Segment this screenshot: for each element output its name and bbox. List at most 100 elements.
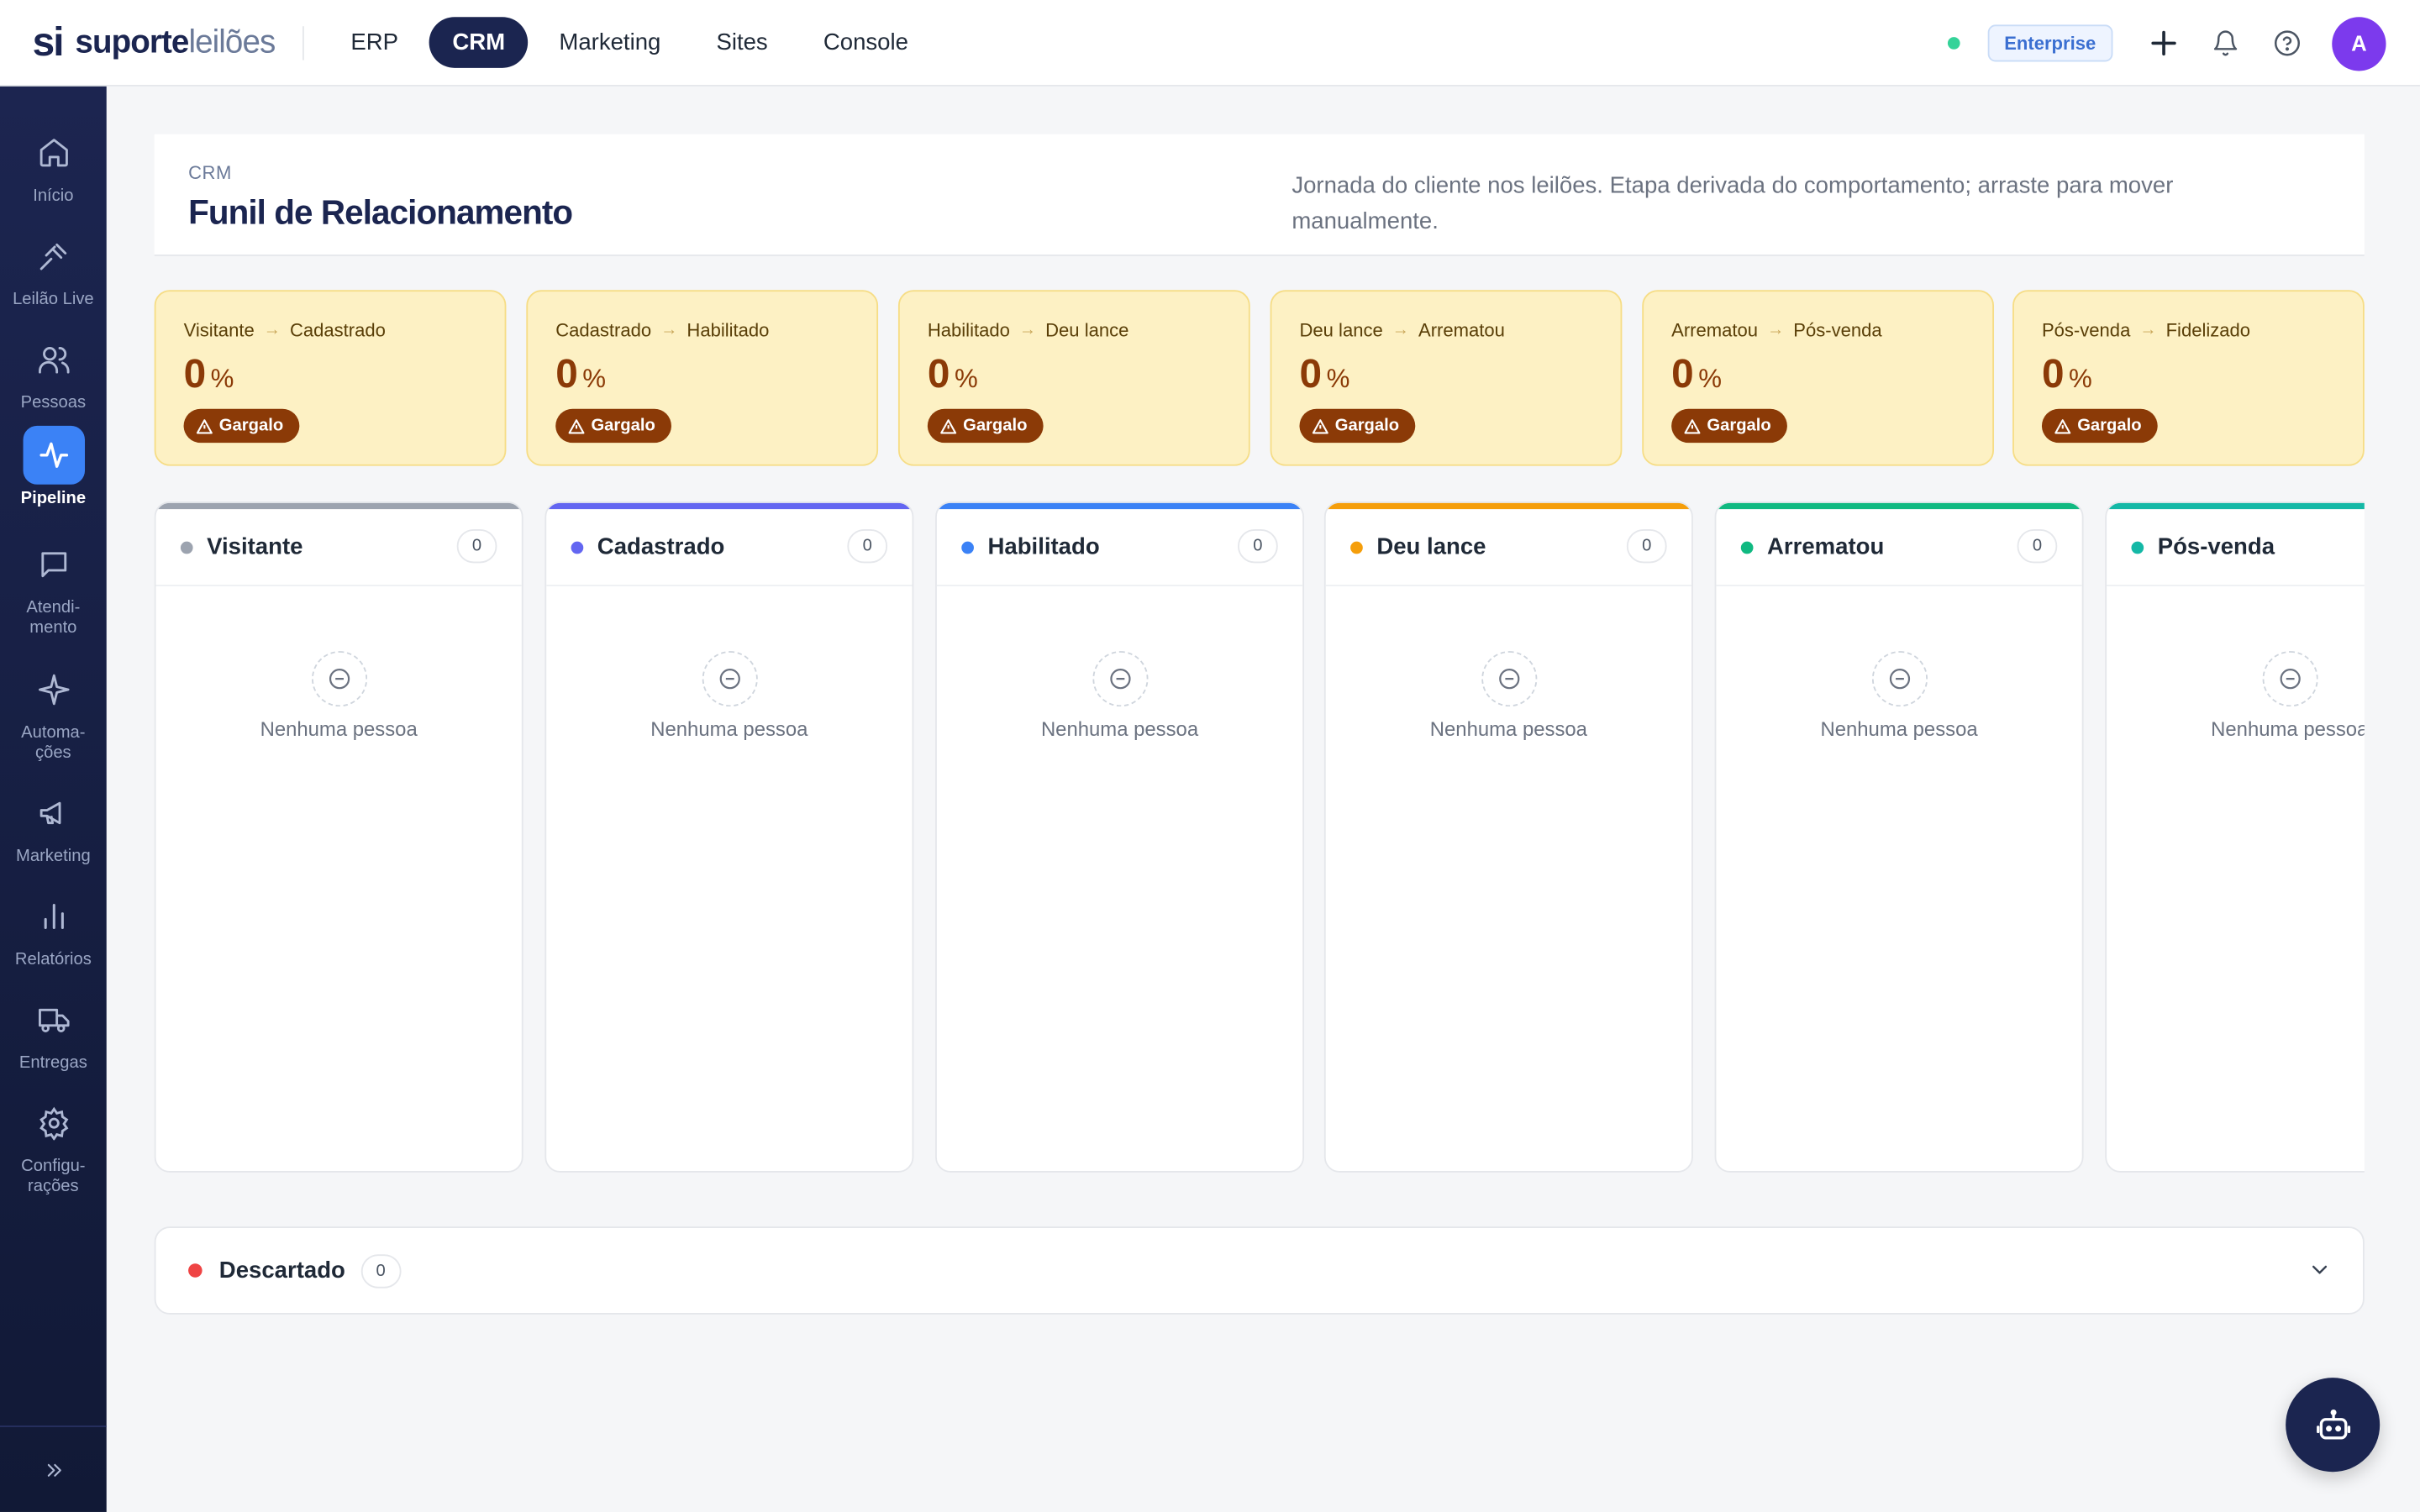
sidebar-item-label: Pipeline	[20, 489, 87, 508]
conversion-card[interactable]: Cadastrado → Habilitado 0% Gargalo	[526, 290, 879, 466]
topnav-erp[interactable]: ERP	[326, 17, 423, 68]
stage-color-bar	[546, 502, 913, 510]
sidebar-item-label: Atendi- mento	[26, 598, 81, 638]
brand-logo[interactable]: si suporteleilões	[33, 0, 276, 86]
stage-color-bar	[1716, 502, 2082, 510]
conversion-title: Visitante → Cadastrado	[183, 319, 386, 341]
sidebar-item-entregas[interactable]: Entregas	[0, 990, 107, 1074]
topnav-sites[interactable]: Sites	[692, 17, 792, 68]
empty-state-text: Nenhuma pessoa	[1040, 717, 1199, 741]
stage-column-arrematou[interactable]: Arrematou 0 Nenhuma pessoa	[1714, 501, 2084, 1173]
stage-column-pos-venda[interactable]: Pós-venda 0 Nenhuma pessoa	[2105, 501, 2365, 1173]
discarded-count: 0	[360, 1253, 401, 1288]
empty-state-text: Nenhuma pessoa	[650, 717, 808, 741]
sidebar: Início Leilão Live Pessoas Pipeline Aten…	[0, 86, 107, 1512]
stage-dot	[2131, 540, 2144, 554]
arrow-right-icon: →	[1018, 321, 1037, 340]
conversion-value: 0%	[555, 349, 607, 397]
page-title: Funil de Relacionamento	[188, 192, 573, 232]
stage-count: 0	[1626, 528, 1667, 564]
empty-minus-icon	[311, 651, 367, 707]
conversion-card[interactable]: Pós-venda → Fidelizado 0% Gargalo	[2012, 290, 2365, 466]
chevron-down-icon[interactable]	[2307, 1257, 2332, 1290]
stage-color-bar	[1325, 502, 1692, 510]
logo-mark: si	[32, 18, 65, 66]
sidebar-item-inicio[interactable]: Início	[0, 123, 107, 207]
breadcrumb: CRM	[188, 161, 232, 184]
sidebar-item-label: Marketing	[15, 847, 91, 866]
conversion-card[interactable]: Arrematou → Pós-venda 0% Gargalo	[1642, 290, 1995, 466]
stage-column-visitante[interactable]: Visitante 0 Nenhuma pessoa	[154, 501, 523, 1173]
topnav-crm[interactable]: CRM	[429, 17, 529, 68]
stage-name: Habilitado	[987, 533, 1100, 560]
help-icon[interactable]	[2270, 26, 2304, 60]
sidebar-item-leilao-live[interactable]: Leilão Live	[0, 227, 107, 310]
conversion-value: 0%	[2041, 349, 2092, 397]
empty-minus-icon	[1092, 651, 1148, 707]
plus-icon[interactable]	[2147, 26, 2181, 60]
sidebar-item-pessoas[interactable]: Pessoas	[0, 330, 107, 413]
plan-badge: Enterprise	[1987, 24, 2113, 62]
conversion-card[interactable]: Deu lance → Arrematou 0% Gargalo	[1270, 290, 1623, 466]
sidebar-item-atendimento[interactable]: Atendi- mento	[0, 535, 107, 638]
conversion-title: Deu lance → Arrematou	[1299, 319, 1505, 341]
empty-minus-icon	[701, 651, 757, 707]
bottleneck-badge: Gargalo	[555, 408, 671, 444]
arrow-right-icon: →	[1392, 321, 1409, 340]
sidebar-item-pipeline[interactable]: Pipeline	[0, 425, 107, 509]
warning-icon	[1312, 418, 1328, 433]
stage-name: Arrematou	[1767, 533, 1885, 560]
home-icon	[23, 123, 84, 182]
stage-header: Deu lance 0	[1325, 509, 1692, 586]
empty-minus-icon	[2261, 651, 2317, 707]
conversion-card[interactable]: Habilitado → Deu lance 0% Gargalo	[897, 290, 1250, 466]
empty-minus-icon	[1481, 651, 1537, 707]
stage-column-cadastrado[interactable]: Cadastrado 0 Nenhuma pessoa	[544, 501, 914, 1173]
activity-icon	[22, 425, 85, 485]
conversion-value: 0%	[183, 349, 234, 397]
kanban-board[interactable]: Visitante 0 Nenhuma pessoa Cadastrado 0 …	[154, 501, 2365, 1174]
discarded-dot	[188, 1263, 203, 1278]
sidebar-item-label: Pessoas	[20, 393, 87, 412]
conversion-card[interactable]: Visitante → Cadastrado 0% Gargalo	[154, 290, 507, 466]
topnav-marketing[interactable]: Marketing	[534, 17, 686, 68]
stage-header: Arrematou 0	[1716, 509, 2082, 586]
sidebar-item-relatorios[interactable]: Relatórios	[0, 887, 107, 970]
users-icon	[23, 330, 84, 389]
empty-state-text: Nenhuma pessoa	[2211, 717, 2365, 741]
bottleneck-badge: Gargalo	[1671, 408, 1787, 444]
conversion-title: Cadastrado → Habilitado	[555, 319, 770, 341]
sidebar-item-automacoes[interactable]: Automa- ções	[0, 660, 107, 764]
sidebar-item-label: Início	[33, 186, 74, 206]
megaphone-icon	[23, 784, 84, 843]
gear-icon	[23, 1094, 84, 1152]
sidebar-item-configuracoes[interactable]: Configu- rações	[0, 1094, 107, 1197]
stage-dot	[1740, 540, 1754, 554]
bell-icon[interactable]	[2208, 26, 2242, 60]
conversion-value: 0%	[1671, 349, 1723, 397]
warning-icon	[196, 418, 213, 433]
sidebar-item-marketing[interactable]: Marketing	[0, 784, 107, 867]
sidebar-item-label: Entregas	[18, 1053, 87, 1073]
stage-name: Pós-venda	[2157, 533, 2275, 560]
stage-count: 0	[1238, 528, 1278, 564]
bar-chart-icon	[23, 887, 84, 946]
sidebar-expand-button[interactable]	[0, 1425, 107, 1512]
top-bar: si suporteleilões ERP CRM Marketing Site…	[0, 0, 2420, 87]
empty-state-text: Nenhuma pessoa	[1820, 717, 1978, 741]
assistant-bot-button[interactable]	[2286, 1378, 2381, 1473]
avatar[interactable]: A	[2332, 16, 2386, 71]
stage-column-deu-lance[interactable]: Deu lance 0 Nenhuma pessoa	[1323, 501, 1693, 1173]
top-divider	[302, 25, 305, 60]
stage-header: Visitante 0	[155, 509, 522, 586]
logo-wordmark: suporteleilões	[75, 24, 276, 60]
stage-name: Deu lance	[1376, 533, 1486, 560]
stage-count: 0	[847, 528, 888, 564]
bottleneck-badge: Gargalo	[183, 408, 299, 444]
top-right-actions: Enterprise A	[1947, 0, 2386, 87]
topnav-console[interactable]: Console	[798, 17, 933, 68]
discarded-title: Descartado	[218, 1257, 345, 1284]
truck-icon	[23, 990, 84, 1049]
stage-column-habilitado[interactable]: Habilitado 0 Nenhuma pessoa	[935, 501, 1305, 1173]
discarded-section[interactable]: Descartado 0	[154, 1226, 2365, 1315]
